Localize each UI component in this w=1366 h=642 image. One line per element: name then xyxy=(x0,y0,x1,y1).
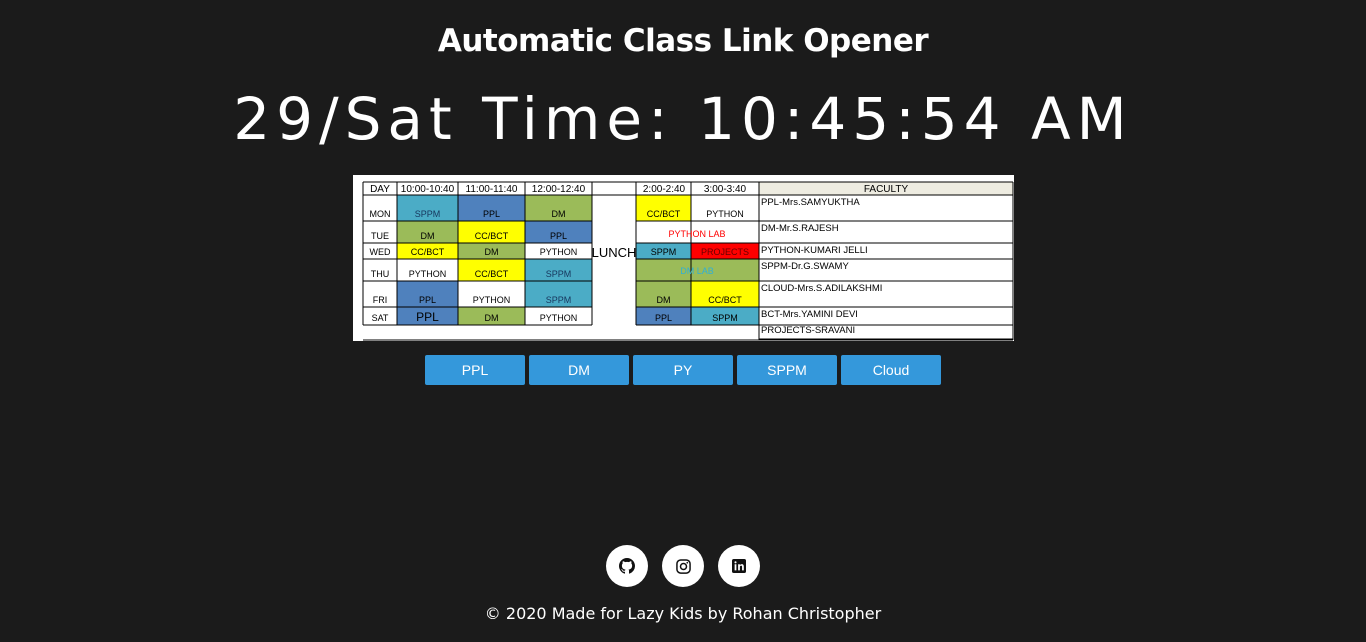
timetable-image: DAY 10:00-10:40 11:00-11:40 12:00-12:40 2:00… xyxy=(353,175,1014,341)
timetable-cell-text: SPPM xyxy=(546,269,572,279)
faculty-entry: DM-Mr.S.RAJESH xyxy=(761,223,839,234)
faculty-entry: BCT-Mrs.YAMINI DEVI xyxy=(761,309,858,320)
timetable-cell-text: CC/BCT xyxy=(475,231,509,241)
timetable-cell-text: CC/BCT xyxy=(475,269,509,279)
dm-class-button[interactable]: DM xyxy=(529,355,629,385)
date-time-clock: 29/Sat Time: 10:45:54 AM xyxy=(233,85,1133,153)
timetable-cell-text: DM xyxy=(421,231,435,241)
timetable-header: 11:00-11:40 xyxy=(466,184,518,195)
timetable-cell-text: SPPM xyxy=(712,313,738,323)
linkedin-icon xyxy=(732,559,746,573)
timetable-day: FRI xyxy=(373,295,388,305)
instagram-link[interactable] xyxy=(662,545,704,587)
timetable-cell-text: PROJECTS xyxy=(701,247,749,257)
timetable-cell-text: PPL xyxy=(416,310,439,324)
timetable-lab-text: DM LAB xyxy=(680,266,714,276)
timetable-cell-text: PYTHON xyxy=(540,313,578,323)
timetable-header: DAY xyxy=(370,184,390,195)
timetable-header: 3:00-3:40 xyxy=(704,184,747,195)
social-links xyxy=(606,545,760,587)
github-icon xyxy=(619,558,635,574)
timetable-cell-text: SPPM xyxy=(546,295,572,305)
timetable-day: TUE xyxy=(371,231,389,241)
timetable-cell-text: PYTHON xyxy=(540,247,578,257)
timetable-cell-text: DM xyxy=(657,295,671,305)
timetable-cell-text: PYTHON xyxy=(473,295,511,305)
timetable-day: SAT xyxy=(372,313,389,323)
timetable-cell-text: PPL xyxy=(419,295,436,305)
timetable-cell-text: SPPM xyxy=(415,209,441,219)
timetable-cell-text: CC/BCT xyxy=(708,295,742,305)
timetable-header: 12:00-12:40 xyxy=(532,184,586,195)
timetable-cell-text: CC/BCT xyxy=(411,247,445,257)
lunch-label: LUNCH xyxy=(592,245,637,260)
timetable-cell-text: PPL xyxy=(550,231,567,241)
faculty-entry: PROJECTS-SRAVANI xyxy=(761,325,855,336)
faculty-entry: CLOUD-Mrs.S.ADILAKSHMI xyxy=(761,283,882,294)
timetable-cell-text: PYTHON xyxy=(706,209,744,219)
timetable-header: 10:00-10:40 xyxy=(401,184,455,195)
timetable-header: 2:00-2:40 xyxy=(643,184,686,195)
timetable-day: MON xyxy=(370,209,391,219)
github-link[interactable] xyxy=(606,545,648,587)
footer-credit: © 2020 Made for Lazy Kids by Rohan Chris… xyxy=(484,604,882,623)
timetable-day: WED xyxy=(370,247,391,257)
instagram-icon xyxy=(675,558,691,574)
timetable-day: THU xyxy=(371,269,390,279)
timetable-lab-text: PYTHON LAB xyxy=(668,229,725,239)
faculty-entry: PPL-Mrs.SAMYUKTHA xyxy=(761,197,860,208)
timetable-cell-text: PYTHON xyxy=(409,269,447,279)
timetable-header: FACULTY xyxy=(864,184,909,195)
timetable-cell-text: CC/BCT xyxy=(647,209,681,219)
page-title: Automatic Class Link Opener xyxy=(437,23,929,59)
faculty-entry: PYTHON-KUMARI JELLI xyxy=(761,245,868,256)
python-class-button[interactable]: PY xyxy=(633,355,733,385)
timetable-cell-text: SPPM xyxy=(651,247,677,257)
timetable-cell-text: PPL xyxy=(483,209,500,219)
cloud-class-button[interactable]: Cloud xyxy=(841,355,941,385)
class-link-buttons: PPL DM PY SPPM Cloud xyxy=(425,355,941,385)
linkedin-link[interactable] xyxy=(718,545,760,587)
timetable-cell-text: DM xyxy=(485,247,499,257)
faculty-entry: SPPM-Dr.G.SWAMY xyxy=(761,261,849,272)
timetable-cell-text: PPL xyxy=(655,313,672,323)
timetable-cell-text: DM xyxy=(552,209,566,219)
ppl-class-button[interactable]: PPL xyxy=(425,355,525,385)
sppm-class-button[interactable]: SPPM xyxy=(737,355,837,385)
timetable-cell-text: DM xyxy=(485,313,499,323)
